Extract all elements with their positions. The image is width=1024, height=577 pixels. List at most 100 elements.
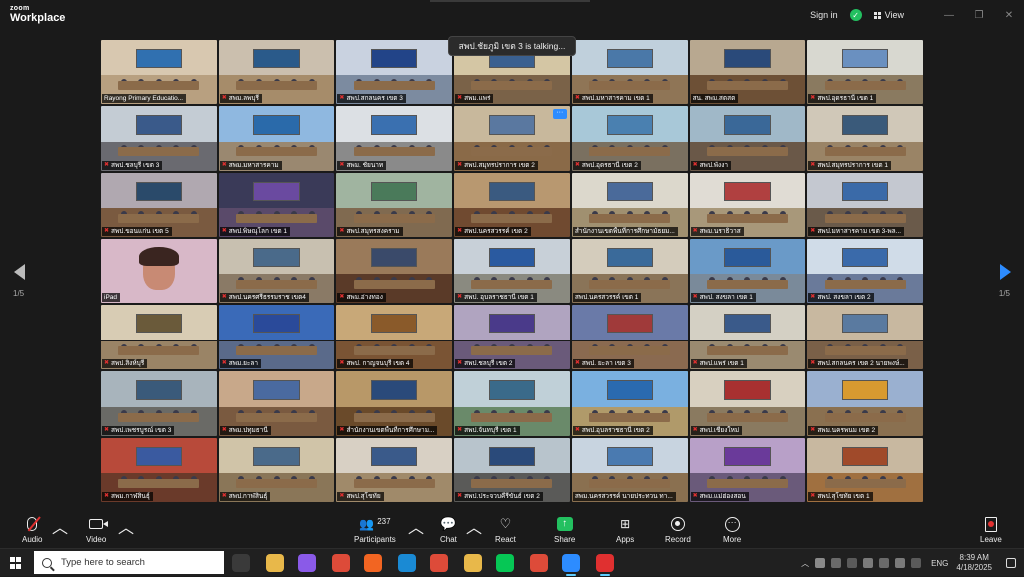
participant-tile[interactable]: ✖ สพม.อ่างทอง (336, 238, 453, 304)
chrome-icon[interactable] (332, 554, 350, 572)
participant-tile[interactable]: ✖ สพป.สกลนคร เขต 2 นายพงษ์... (807, 305, 923, 370)
more-button[interactable]: ··· More (723, 514, 741, 544)
rss-app-icon[interactable] (364, 554, 382, 572)
participant-tile[interactable]: ✖ สพป.อุดรธานี เขต 2 (571, 106, 688, 171)
next-page-button[interactable] (998, 262, 1012, 282)
participant-tile[interactable]: ✖ สพป.นครศรีธรรมราช เขต4 (218, 238, 335, 304)
participant-tile[interactable]: ✖ สพป. อุบลราชธานี เขต 1 (454, 238, 570, 304)
participant-tile[interactable]: iPad (101, 238, 217, 304)
video-button[interactable]: Video (86, 514, 106, 544)
participant-tile[interactable]: ✖ สพป.มหาสารคาม เขต 1 (571, 40, 688, 105)
zoom-icon[interactable] (562, 554, 580, 576)
audio-button[interactable]: Audio (22, 514, 42, 544)
previous-page-button[interactable] (12, 262, 26, 282)
chrome-profile-icon[interactable] (430, 554, 448, 572)
speaker-icon[interactable] (895, 558, 906, 568)
participant-tile[interactable]: ✖ สพป.จันทบุรี เขต 1 (454, 371, 570, 436)
participant-tile[interactable]: ✖ สพป.ชลบุรี เขต 2 (454, 305, 570, 370)
record-label: Record (665, 535, 691, 544)
chrome-alt-icon[interactable] (530, 554, 548, 572)
participants-button[interactable]: 👥 237 Participants (354, 514, 396, 545)
audio-recorder-icon[interactable] (596, 554, 614, 576)
notifications-icon[interactable] (1006, 558, 1016, 568)
tile-more-options-icon[interactable]: ··· (552, 109, 567, 120)
participant-tile[interactable]: ✖ สพม. ชัยนาท (336, 106, 453, 171)
participant-tile[interactable]: ✖ สพม.ลพบุรี (218, 40, 335, 105)
participant-tile[interactable]: ✖ สพม.นครพนม เขต 2 (807, 371, 923, 436)
participant-tile[interactable]: ✖ สพป.สกลนคร เขต 3 (336, 40, 453, 105)
participant-tile[interactable]: สำนักงานเขตพื้นที่การศึกษามัธยม... (571, 172, 688, 237)
sign-in-link[interactable]: Sign in (810, 10, 838, 20)
participant-tile[interactable]: ✖ สพป.อุดรธานี เขต 1 (807, 40, 923, 105)
view-button[interactable]: View (873, 10, 904, 20)
participant-tile[interactable]: ✖ สพป.พังงา (689, 106, 806, 171)
tray-app-icon-3[interactable] (847, 558, 858, 568)
participant-tile[interactable]: Rayong Primary Educatio... (101, 40, 217, 105)
participant-tile[interactable]: ✖ สพป.แพร่ เขต 1 (689, 305, 806, 370)
task-view-icon[interactable] (232, 554, 250, 572)
participant-tile[interactable]: ✖ สพป.นครสวรรค์ เขต 2 (454, 172, 570, 237)
file-explorer-icon[interactable] (266, 554, 284, 572)
folder-icon[interactable] (464, 554, 482, 572)
encryption-shield-icon[interactable]: ✓ (849, 9, 862, 21)
minimize-icon[interactable]: — (934, 10, 964, 21)
copilot-icon[interactable] (298, 554, 316, 572)
chat-options-caret[interactable]: ︿ (466, 514, 482, 538)
participant-tile[interactable]: ✖ สพป.สุโขทัย เขต 1 (807, 437, 923, 502)
participant-tile[interactable]: ✖ สพป. สงขลา เขต 2 (807, 238, 923, 304)
participants-options-caret[interactable]: ︿ (408, 514, 424, 538)
participant-tile[interactable]: ✖ สพป.สิงห์บุรี (101, 305, 217, 370)
taskbar-search-box[interactable]: Type here to search (34, 551, 224, 574)
participant-tile[interactable]: ✖ สพป. กาญจนบุรี เขต 4 (336, 305, 453, 370)
participant-tile[interactable]: ✖ สพป.อุบลราชธานี เขต 2 (571, 371, 688, 436)
wifi-icon[interactable] (879, 558, 890, 568)
input-language[interactable]: ENG (931, 559, 948, 568)
participant-tile[interactable]: ✖ สพป.เพชรบูรณ์ เขต 3 (101, 371, 217, 436)
participant-tile[interactable]: ✖ สพป.ชลบุรี เขต 3 (101, 106, 217, 171)
participant-tile[interactable]: ✖ สพป.มหาสารคาม เขต 3-พล... (807, 172, 923, 237)
participant-tile[interactable]: ✖ สพม.นราธิวาส (689, 172, 806, 237)
participant-tile[interactable]: ✖ สพม.ปทุมธานี (218, 371, 335, 436)
participant-tile[interactable]: สพม.นครสวรรค์ นายประทวน ทา... (571, 437, 688, 502)
participant-tile[interactable]: ✖ สำนักงานเขตพื้นที่การศึกษาม... (336, 371, 453, 436)
chat-button[interactable]: 💬 Chat (440, 514, 457, 544)
participant-tile[interactable]: สพป.นครสวรรค์ เขต 1 (571, 238, 688, 304)
line-icon[interactable] (496, 554, 514, 572)
video-options-caret[interactable]: ︿ (118, 514, 134, 538)
windows-start-icon[interactable] (10, 557, 22, 569)
leave-button[interactable]: Leave (980, 514, 1002, 544)
participant-tile[interactable]: ✖ สพป.สมุทรปราการ เขต 1 (807, 106, 923, 171)
participant-tile[interactable]: ✖ สพป. ยะลา เขต 3 (571, 305, 688, 370)
participant-tile[interactable]: ✖ สพม.กาฬสินธุ์ (101, 437, 217, 502)
maximize-icon[interactable]: ❐ (964, 10, 994, 21)
tray-app-icon-4[interactable] (863, 558, 874, 568)
participant-tile[interactable]: ✖ สพป.ประจวบคีรีขันธ์ เขต 2 (454, 437, 570, 502)
room-display-screen (371, 314, 418, 334)
participant-tile[interactable]: ✖ สพป. สงขลา เขต 1 (689, 238, 806, 304)
record-button[interactable]: Record (665, 514, 691, 544)
participant-tile[interactable]: ✖ สพม.แม่ฮ่องสอน (689, 437, 806, 502)
participant-tile[interactable]: ✖ สพป.สมุทรสงคราม (336, 172, 453, 237)
tray-app-icon-2[interactable] (831, 558, 842, 568)
show-hidden-icons-icon[interactable]: ︿ (801, 558, 809, 569)
participant-tile[interactable]: สน. สพม.สตสต (689, 40, 806, 105)
share-button[interactable]: ↑ Share (554, 514, 575, 544)
tray-app-icon[interactable] (815, 558, 826, 568)
battery-icon[interactable] (911, 558, 922, 568)
apps-button[interactable]: ⊞ Apps (616, 514, 634, 544)
participant-tile[interactable]: ✖ สพป.กาฬสินธุ์ (218, 437, 335, 502)
participant-tile[interactable]: ··· ✖ สพป.สมุทรปราการ เขต 2 (454, 106, 570, 171)
react-button[interactable]: ♡ React (495, 514, 516, 544)
audio-options-caret[interactable]: ︿ (52, 514, 68, 538)
participant-tile[interactable]: ✖ สพป.ขอนแก่น เขต 5 (101, 172, 217, 237)
participant-tile[interactable]: ✖ สพป.สุโขทัย (336, 437, 453, 502)
participant-tile[interactable]: ✖ สพป.พิษณุโลก เขต 1 (218, 172, 335, 237)
participant-name-label: ✖ สพป.นครศรีธรรมราช เขต4 (219, 293, 309, 303)
close-icon[interactable]: ✕ (994, 10, 1024, 21)
participant-tile[interactable]: ✖ สพม.มหาสารคาม (218, 106, 335, 171)
participant-tile[interactable]: ✖ สพป.เชียงใหม่ (689, 371, 806, 436)
system-clock[interactable]: 8:39 AM 4/18/2025 (956, 553, 992, 573)
edge-icon[interactable] (398, 554, 416, 572)
mic-muted-icon: ✖ (457, 492, 463, 499)
participant-tile[interactable]: ✖ สพม.ยะลา (218, 305, 335, 370)
